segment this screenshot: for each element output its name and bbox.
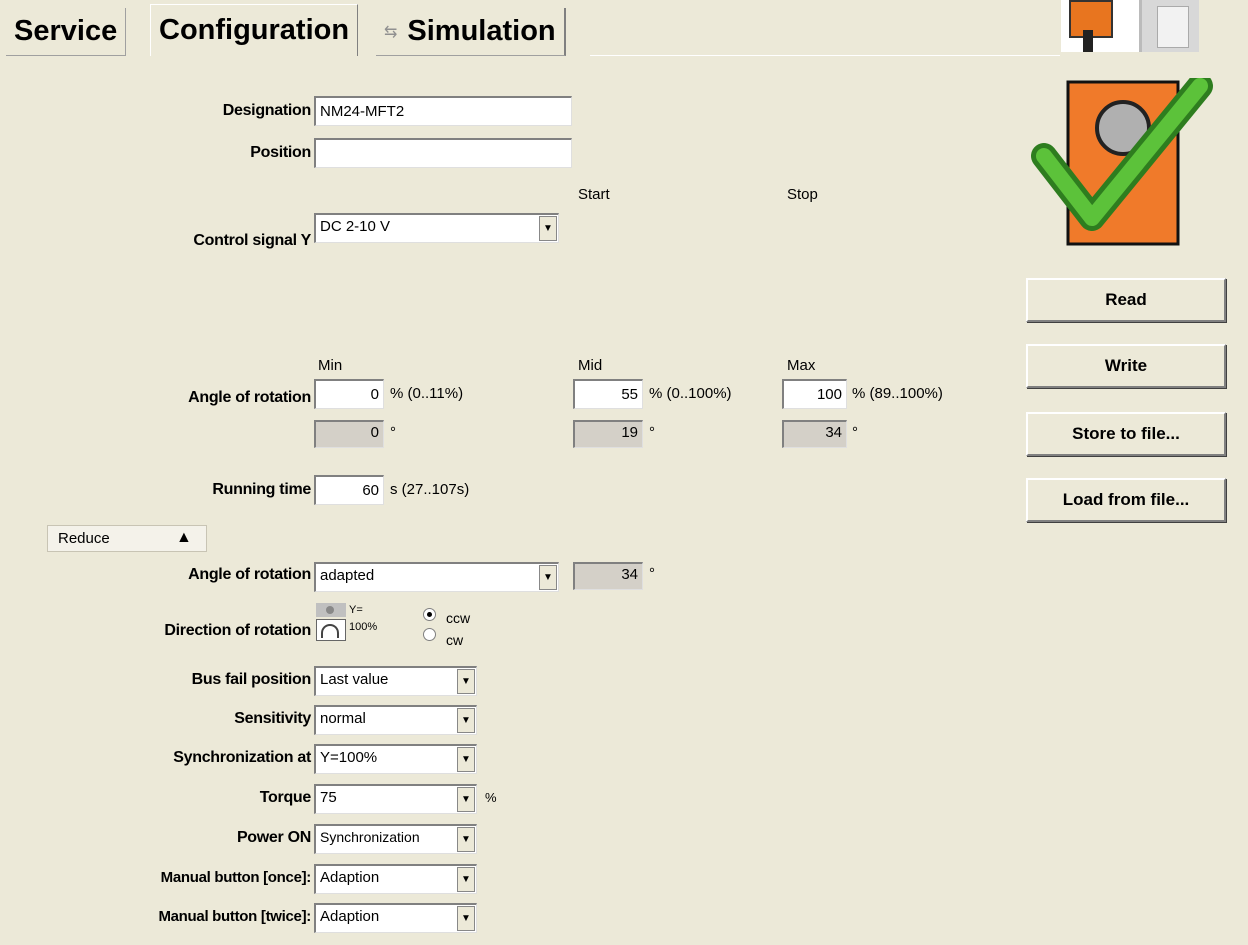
manual-once-select[interactable]: Adaption ▼ — [314, 864, 477, 894]
angle-mode-label: Angle of rotation — [188, 566, 311, 583]
reduce-label: Reduce — [58, 530, 110, 547]
angle-mid-pct-field[interactable] — [573, 379, 643, 409]
bus-fail-value: Last value — [320, 671, 389, 688]
tab-configuration-label: Configuration — [159, 14, 350, 46]
angle-mode-deg-unit: ° — [649, 565, 655, 582]
rotation-icon-text-2: 100% — [349, 621, 378, 633]
bus-fail-select[interactable]: Last value ▼ — [314, 666, 477, 696]
chevron-down-icon[interactable]: ▼ — [539, 216, 557, 241]
simulation-icon: ⇆ — [384, 23, 398, 41]
angle-min-deg-unit: ° — [390, 424, 396, 441]
chevron-down-icon[interactable]: ▼ — [457, 787, 475, 812]
chevron-down-icon[interactable]: ▼ — [457, 747, 475, 772]
bus-fail-label: Bus fail position — [191, 671, 312, 688]
ccw-label: ccw — [446, 610, 471, 626]
position-field[interactable] — [314, 138, 572, 168]
angle-of-rotation-label: Angle of rotation — [188, 389, 311, 406]
read-button[interactable]: Read — [1026, 278, 1226, 322]
stop-header: Stop — [787, 186, 818, 203]
angle-min-deg-value: 0 — [314, 420, 384, 448]
angle-mid-deg-value: 19 — [573, 420, 643, 448]
sensitivity-select[interactable]: normal ▼ — [314, 705, 477, 735]
control-signal-value: DC 2-10 V — [320, 218, 391, 235]
direction-label: Direction of rotation — [164, 622, 311, 639]
rotation-icon-text-1: Y= — [349, 604, 363, 616]
angle-mode-value: adapted — [320, 567, 375, 584]
chevron-down-icon[interactable]: ▼ — [457, 867, 475, 892]
tab-simulation[interactable]: ⇆ Simulation — [376, 8, 566, 56]
sensitivity-value: normal — [320, 710, 366, 727]
sensitivity-label: Sensitivity — [234, 710, 311, 727]
angle-max-pct-field[interactable] — [782, 379, 847, 409]
designation-label: Designation — [222, 102, 312, 119]
mid-header: Mid — [578, 357, 603, 374]
sync-label: Synchronization at — [173, 749, 311, 766]
torque-label: Torque — [259, 789, 312, 806]
angle-mid-range: % (0..100%) — [649, 385, 732, 402]
chevron-down-icon[interactable]: ▼ — [457, 708, 475, 733]
max-header: Max — [787, 357, 816, 374]
cw-radio[interactable] — [423, 628, 436, 641]
power-on-value: Synchronization — [320, 829, 420, 845]
angle-min-range: % (0..11%) — [390, 385, 464, 402]
designation-field[interactable] — [314, 96, 572, 126]
store-to-file-button[interactable]: Store to file... — [1026, 412, 1226, 456]
sync-value: Y=100% — [320, 749, 378, 766]
tab-configuration[interactable]: Configuration — [150, 4, 359, 56]
status-ok-check-icon — [1031, 78, 1213, 246]
angle-max-deg-value: 34 — [782, 420, 847, 448]
running-time-range: s (27..107s) — [390, 481, 470, 498]
control-signal-select[interactable]: DC 2-10 V ▼ — [314, 213, 559, 243]
tab-simulation-label: Simulation — [407, 15, 556, 47]
torque-unit: % — [485, 790, 497, 805]
device-thumbnail-icon — [1061, 0, 1199, 52]
rotation-direction-icon — [316, 603, 348, 643]
manual-once-label: Manual button [once]: — [160, 869, 312, 886]
manual-twice-value: Adaption — [320, 908, 380, 925]
angle-mid-deg-unit: ° — [649, 424, 655, 441]
power-on-select[interactable]: Synchronization ▼ — [314, 824, 477, 854]
angle-mode-deg-value: 34 — [573, 562, 643, 590]
ccw-radio[interactable] — [423, 608, 436, 621]
reduce-button[interactable]: Reduce ▲ — [47, 525, 207, 552]
manual-once-value: Adaption — [320, 869, 380, 886]
sync-select[interactable]: Y=100% ▼ — [314, 744, 477, 774]
power-on-label: Power ON — [236, 829, 311, 846]
manual-twice-label: Manual button [twice]: — [158, 908, 311, 925]
angle-min-pct-field[interactable] — [314, 379, 384, 409]
angle-max-range: % (89..100%) — [852, 385, 943, 402]
chevron-down-icon[interactable]: ▼ — [457, 669, 475, 694]
tab-baseline — [590, 55, 1060, 56]
running-time-field[interactable] — [314, 475, 384, 505]
load-from-file-button[interactable]: Load from file... — [1026, 478, 1226, 522]
tab-service-label: Service — [14, 15, 118, 47]
angle-mode-select[interactable]: adapted ▼ — [314, 562, 559, 592]
torque-select[interactable]: 75 ▼ — [314, 784, 477, 814]
running-time-label: Running time — [212, 481, 311, 498]
angle-max-deg-unit: ° — [852, 424, 858, 441]
write-button[interactable]: Write — [1026, 344, 1226, 388]
tab-service[interactable]: Service — [6, 8, 127, 56]
position-label: Position — [250, 144, 311, 161]
chevron-down-icon[interactable]: ▼ — [457, 827, 475, 852]
min-header: Min — [318, 357, 343, 374]
control-signal-label: Control signal Y — [193, 232, 311, 249]
chevron-down-icon[interactable]: ▼ — [539, 565, 557, 590]
collapse-arrow-icon: ▲ — [176, 529, 192, 546]
torque-value: 75 — [320, 789, 337, 806]
cw-label: cw — [446, 632, 464, 648]
manual-twice-select[interactable]: Adaption ▼ — [314, 903, 477, 933]
start-header: Start — [578, 186, 610, 203]
chevron-down-icon[interactable]: ▼ — [457, 906, 475, 931]
